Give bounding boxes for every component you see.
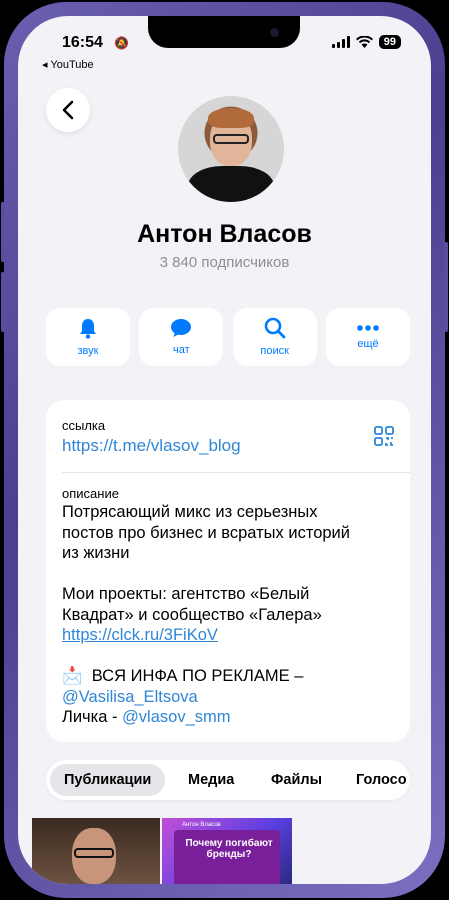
personal-contact-link[interactable]: @vlasov_smm bbox=[122, 708, 230, 726]
channel-description: Потрясающий микс из серьезных постов про… bbox=[62, 502, 382, 728]
description-line: из жизни bbox=[62, 544, 130, 562]
envelope-icon: 📩 bbox=[62, 667, 83, 685]
chat-bubble-icon bbox=[171, 319, 192, 337]
search-icon bbox=[264, 317, 286, 339]
tab-publications[interactable]: Публикации bbox=[50, 764, 166, 796]
media-grid: Антон Власов Почему погибают бренды? bbox=[18, 818, 431, 884]
more-button-label: ещё bbox=[357, 338, 379, 350]
media-thumbnail[interactable]: Антон Власов Почему погибают бренды? bbox=[162, 818, 292, 884]
description-line: Квадрат» и сообщество «Галера» bbox=[62, 605, 322, 624]
mute-button[interactable]: звук bbox=[46, 308, 130, 366]
action-bar: звук чат поиск ещё bbox=[46, 308, 410, 366]
back-button[interactable] bbox=[46, 88, 90, 132]
info-card: ссылка https://t.me/vlasov_blog описание… bbox=[46, 400, 410, 742]
personal-prefix: Личка - bbox=[62, 708, 123, 726]
channel-link[interactable]: https://t.me/vlasov_blog bbox=[62, 436, 241, 456]
more-button[interactable]: ещё bbox=[325, 308, 410, 366]
ads-contact-link[interactable]: @Vasilisa_Eltsova bbox=[62, 688, 198, 706]
tab-files[interactable]: Файлы bbox=[271, 764, 322, 796]
thumbnail-title: Почему погибают бренды? bbox=[185, 838, 273, 860]
power-button bbox=[444, 242, 448, 332]
volume-up-button bbox=[1, 202, 5, 262]
bell-slash-icon: 🔕 bbox=[114, 36, 129, 50]
chat-button[interactable]: чат bbox=[139, 308, 224, 366]
search-button[interactable]: поиск bbox=[232, 308, 317, 366]
description-line: постов про бизнес и всратых историй bbox=[62, 523, 350, 542]
thumbnail-author: Антон Власов bbox=[182, 822, 221, 828]
qr-code-icon bbox=[374, 426, 394, 446]
more-icon bbox=[357, 325, 379, 331]
bell-icon bbox=[80, 319, 96, 339]
chevron-left-icon bbox=[62, 100, 74, 120]
tab-voice[interactable]: Голосо bbox=[356, 764, 407, 796]
avatar[interactable] bbox=[178, 96, 284, 202]
search-button-label: поиск bbox=[260, 345, 289, 357]
link-caption: ссылка bbox=[62, 418, 106, 433]
mute-button-label: звук bbox=[77, 345, 99, 357]
media-tabs: Публикации Медиа Файлы Голосо bbox=[46, 760, 410, 800]
back-to-app-link[interactable]: ◂ YouTube bbox=[42, 58, 94, 71]
projects-link[interactable]: https://clck.ru/3FiKoV bbox=[62, 626, 218, 644]
signal-icon bbox=[331, 36, 350, 48]
status-bar: 16:54 🔕 99 bbox=[18, 34, 431, 54]
description-line: Мои проекты: агентство «Белый bbox=[62, 585, 310, 603]
description-line: Потрясающий микс из серьезных bbox=[62, 503, 318, 521]
status-time: 16:54 bbox=[62, 34, 103, 51]
divider bbox=[62, 472, 410, 473]
tab-media[interactable]: Медиа bbox=[188, 764, 234, 796]
qr-code-button[interactable] bbox=[374, 426, 394, 451]
battery-indicator: 99 bbox=[378, 35, 401, 49]
media-thumbnail[interactable] bbox=[32, 818, 160, 884]
chat-button-label: чат bbox=[173, 344, 190, 356]
phone-frame: 16:54 🔕 99 ◂ YouTube Антон Власов 3 840 … bbox=[1, 2, 448, 898]
wifi-icon bbox=[355, 36, 373, 48]
ads-text: ВСЯ ИНФА ПО РЕКЛАМЕ – bbox=[91, 667, 304, 685]
profile-name: Антон Власов bbox=[137, 220, 312, 248]
volume-down-button bbox=[1, 272, 5, 332]
subscriber-count: 3 840 подписчиков bbox=[159, 254, 290, 271]
screen: 16:54 🔕 99 ◂ YouTube Антон Власов 3 840 … bbox=[18, 16, 431, 884]
description-caption: описание bbox=[62, 486, 119, 501]
